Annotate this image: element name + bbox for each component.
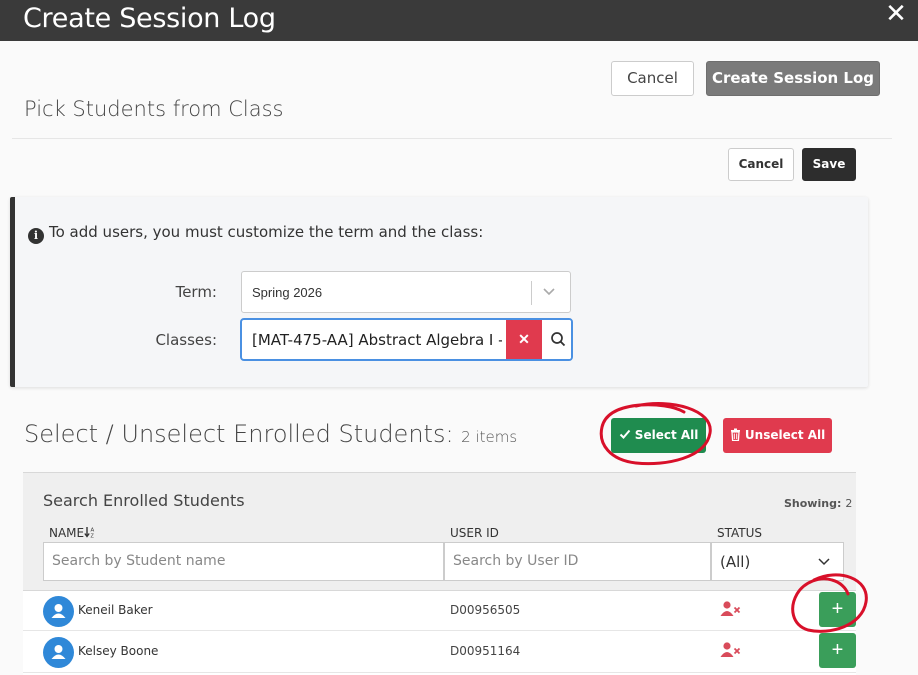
add-student-button[interactable]: + (819, 633, 856, 668)
unselect-all-label: Unselect All (744, 428, 826, 442)
clear-class-button[interactable]: ✕ (506, 320, 542, 359)
search-icon[interactable] (542, 320, 571, 359)
term-label: Term: (175, 283, 217, 301)
classes-label: Classes: (155, 331, 217, 349)
svg-text:Z: Z (91, 534, 95, 539)
showing-value: 2 (845, 497, 853, 510)
unselect-all-button[interactable]: Unselect All (723, 418, 832, 453)
title-bar: Create Session Log ✕ (0, 0, 918, 41)
table-row: Kelsey Boone D00951164 + (23, 632, 856, 673)
enrolled-title: Select / Unselect Enrolled Students: 2 i… (24, 420, 517, 448)
add-student-button[interactable]: + (819, 592, 856, 627)
select-all-label: Select All (634, 428, 699, 442)
close-icon[interactable]: ✕ (884, 1, 908, 27)
user-times-icon (720, 600, 742, 620)
student-user-id: D00951164 (450, 644, 521, 658)
trash-icon (730, 428, 740, 442)
item-count: 2 items (461, 428, 518, 446)
create-session-log-button[interactable]: Create Session Log (706, 61, 880, 96)
column-name-label: NAME (49, 526, 85, 540)
avatar (43, 596, 74, 627)
classes-value[interactable]: [MAT-475-AA] Abstract Algebra I - 1 (252, 331, 502, 349)
section-title: Pick Students from Class (24, 97, 284, 121)
divider (12, 138, 892, 139)
userid-search-input[interactable]: Search by User ID (444, 542, 711, 581)
student-name: Kelsey Boone (78, 644, 159, 658)
dialog-title: Create Session Log (23, 3, 276, 34)
select-all-button[interactable]: Select All (611, 418, 706, 453)
info-text: To add users, you must customize the ter… (49, 223, 484, 241)
student-user-id: D00956505 (450, 603, 521, 617)
status-filter-select[interactable]: (All) (711, 542, 844, 581)
classes-field[interactable]: [MAT-475-AA] Abstract Algebra I - 1 ✕ (240, 318, 573, 361)
column-user-id: USER ID (450, 526, 499, 540)
sort-alpha-icon[interactable]: AZ (84, 526, 96, 540)
user-times-icon (720, 641, 742, 661)
info-message: i To add users, you must customize the te… (28, 223, 483, 244)
save-button[interactable]: Save (802, 148, 856, 181)
check-icon (619, 429, 630, 439)
name-search-input[interactable]: Search by Student name (43, 542, 444, 581)
select-separator (531, 281, 532, 305)
student-name: Keneil Baker (78, 603, 153, 617)
cancel-button[interactable]: Cancel (611, 61, 694, 96)
section-cancel-button[interactable]: Cancel (728, 148, 794, 181)
term-value: Spring 2026 (252, 285, 323, 300)
enrolled-title-text: Select / Unselect Enrolled Students: (24, 420, 454, 448)
table-row: Keneil Baker D00956505 + (23, 590, 856, 631)
avatar (43, 637, 74, 668)
chevron-down-icon[interactable] (541, 281, 559, 301)
term-select[interactable]: Spring 2026 (241, 271, 571, 313)
search-title: Search Enrolled Students (43, 491, 245, 510)
status-filter-value: (All) (720, 553, 751, 571)
showing-count: Showing: 2 (784, 497, 852, 510)
info-circle-icon: i (28, 228, 44, 244)
showing-label: Showing: (784, 497, 842, 510)
chevron-down-icon (817, 554, 831, 572)
column-name[interactable]: NAME A Z (49, 526, 96, 540)
column-status: STATUS (717, 526, 763, 540)
